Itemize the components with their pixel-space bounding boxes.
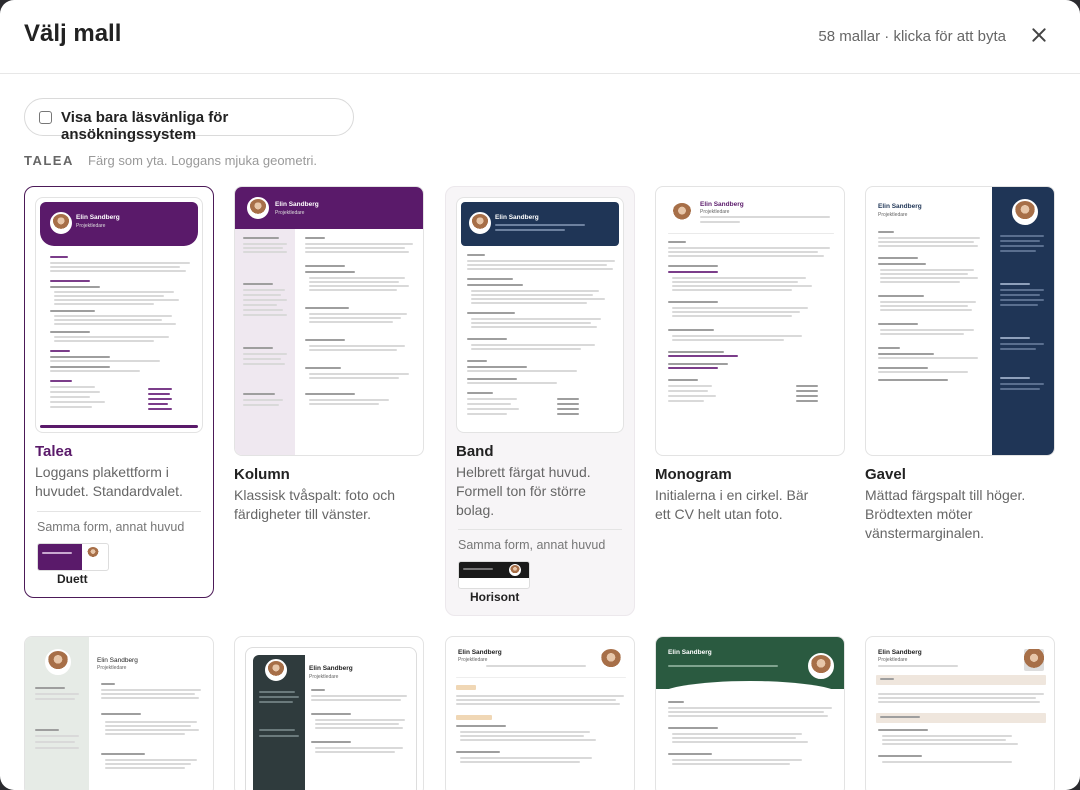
- template-desc-talea: Loggans plakettform i huvudet. Standardv…: [35, 464, 183, 499]
- template-preview-gavel: Elin Sandberg Projektledare: [865, 186, 1055, 456]
- sample-role: Projektledare: [275, 210, 305, 216]
- variant-name-horisont[interactable]: Horisont: [470, 590, 519, 604]
- sample-name: Elin Sandberg: [700, 201, 744, 208]
- variant-name-duett[interactable]: Duett: [57, 572, 88, 586]
- ats-filter-checkbox[interactable]: [39, 111, 52, 124]
- sample-role: Projektledare: [97, 665, 127, 671]
- ats-filter-toggle[interactable]: Visa bara läsvänliga för ansökningssyste…: [24, 98, 354, 143]
- template-name-kolumn: Kolumn: [234, 466, 290, 483]
- template-card-monogram[interactable]: Elin Sandberg Projektledare Monogram Ini…: [655, 186, 845, 526]
- sample-name: Elin Sandberg: [309, 665, 353, 672]
- template-preview-kolumn: Elin Sandberg Projektledare: [234, 186, 424, 456]
- template-desc-band: Helbrett färgat huvud. Formell ton för s…: [456, 464, 591, 518]
- template-card-talea[interactable]: Elin Sandberg Projektledare Talea Loggan…: [24, 186, 214, 598]
- sample-role: Projektledare: [309, 674, 339, 680]
- sample-role: Projektledare: [878, 657, 908, 663]
- modal-header: Välj mall 58 mallar · klicka för att byt…: [0, 0, 1080, 74]
- variant-label-talea: Samma form, annat huvud: [37, 520, 185, 534]
- sample-name: Elin Sandberg: [878, 649, 922, 656]
- template-card-gavel[interactable]: Elin Sandberg Projektledare Gavel Mättad…: [865, 186, 1055, 546]
- sample-name: Elin Sandberg: [495, 214, 539, 221]
- template-preview-monogram: Elin Sandberg Projektledare: [655, 186, 845, 456]
- variant-thumb-horisont[interactable]: [458, 561, 530, 589]
- sample-name: Elin Sandberg: [275, 201, 319, 208]
- sample-name: Elin Sandberg: [668, 649, 712, 656]
- sample-role: Projektledare: [878, 212, 908, 218]
- close-icon[interactable]: [1032, 28, 1046, 42]
- template-card-band[interactable]: Elin Sandberg Band Helbrett färgat huvud…: [445, 186, 635, 616]
- template-count: 58 mallar · klicka för att byta: [818, 28, 1006, 45]
- template-name-monogram: Monogram: [655, 466, 732, 483]
- template-preview-row2-1[interactable]: Elin Sandberg Projektledare: [24, 636, 214, 790]
- sample-name: Elin Sandberg: [878, 203, 922, 210]
- template-name-gavel: Gavel: [865, 466, 906, 483]
- sample-name: Elin Sandberg: [97, 657, 138, 664]
- template-preview-band: Elin Sandberg: [456, 197, 624, 433]
- group-title: TALEA: [24, 153, 74, 168]
- sample-role: Projektledare: [458, 657, 488, 663]
- sample-role: Projektledare: [700, 209, 730, 215]
- template-preview-row2-5[interactable]: Elin Sandberg Projektledare: [865, 636, 1055, 790]
- template-name-band: Band: [456, 443, 494, 460]
- template-preview-row2-4[interactable]: Elin Sandberg: [655, 636, 845, 790]
- variant-label-band: Samma form, annat huvud: [458, 538, 606, 552]
- template-desc-gavel: Mättad färgspalt till höger. Brödtexten …: [865, 487, 1026, 541]
- template-desc-monogram: Initialerna i en cirkel. Bär ett CV helt…: [655, 487, 809, 522]
- sample-name: Elin Sandberg: [76, 214, 120, 221]
- group-description: Färg som yta. Loggans mjuka geometri.: [88, 153, 318, 168]
- template-preview-talea: Elin Sandberg Projektledare: [35, 197, 203, 433]
- template-card-kolumn[interactable]: Elin Sandberg Projektledare Kolumn Klass…: [234, 186, 424, 526]
- template-picker-modal: Välj mall 58 mallar · klicka för att byt…: [0, 0, 1080, 790]
- template-preview-row2-2[interactable]: Elin Sandberg Projektledare: [234, 636, 424, 790]
- sample-name: Elin Sandberg: [458, 649, 502, 656]
- template-desc-kolumn: Klassisk tvåspalt: foto och färdigheter …: [234, 487, 396, 522]
- variant-thumb-duett[interactable]: [37, 543, 109, 571]
- modal-title: Välj mall: [24, 20, 122, 47]
- template-preview-row2-3[interactable]: Elin Sandberg Projektledare: [445, 636, 635, 790]
- sample-role: Projektledare: [76, 223, 106, 229]
- ats-filter-label: Visa bara läsvänliga för ansökningssyste…: [61, 109, 229, 143]
- template-name-talea: Talea: [35, 443, 73, 460]
